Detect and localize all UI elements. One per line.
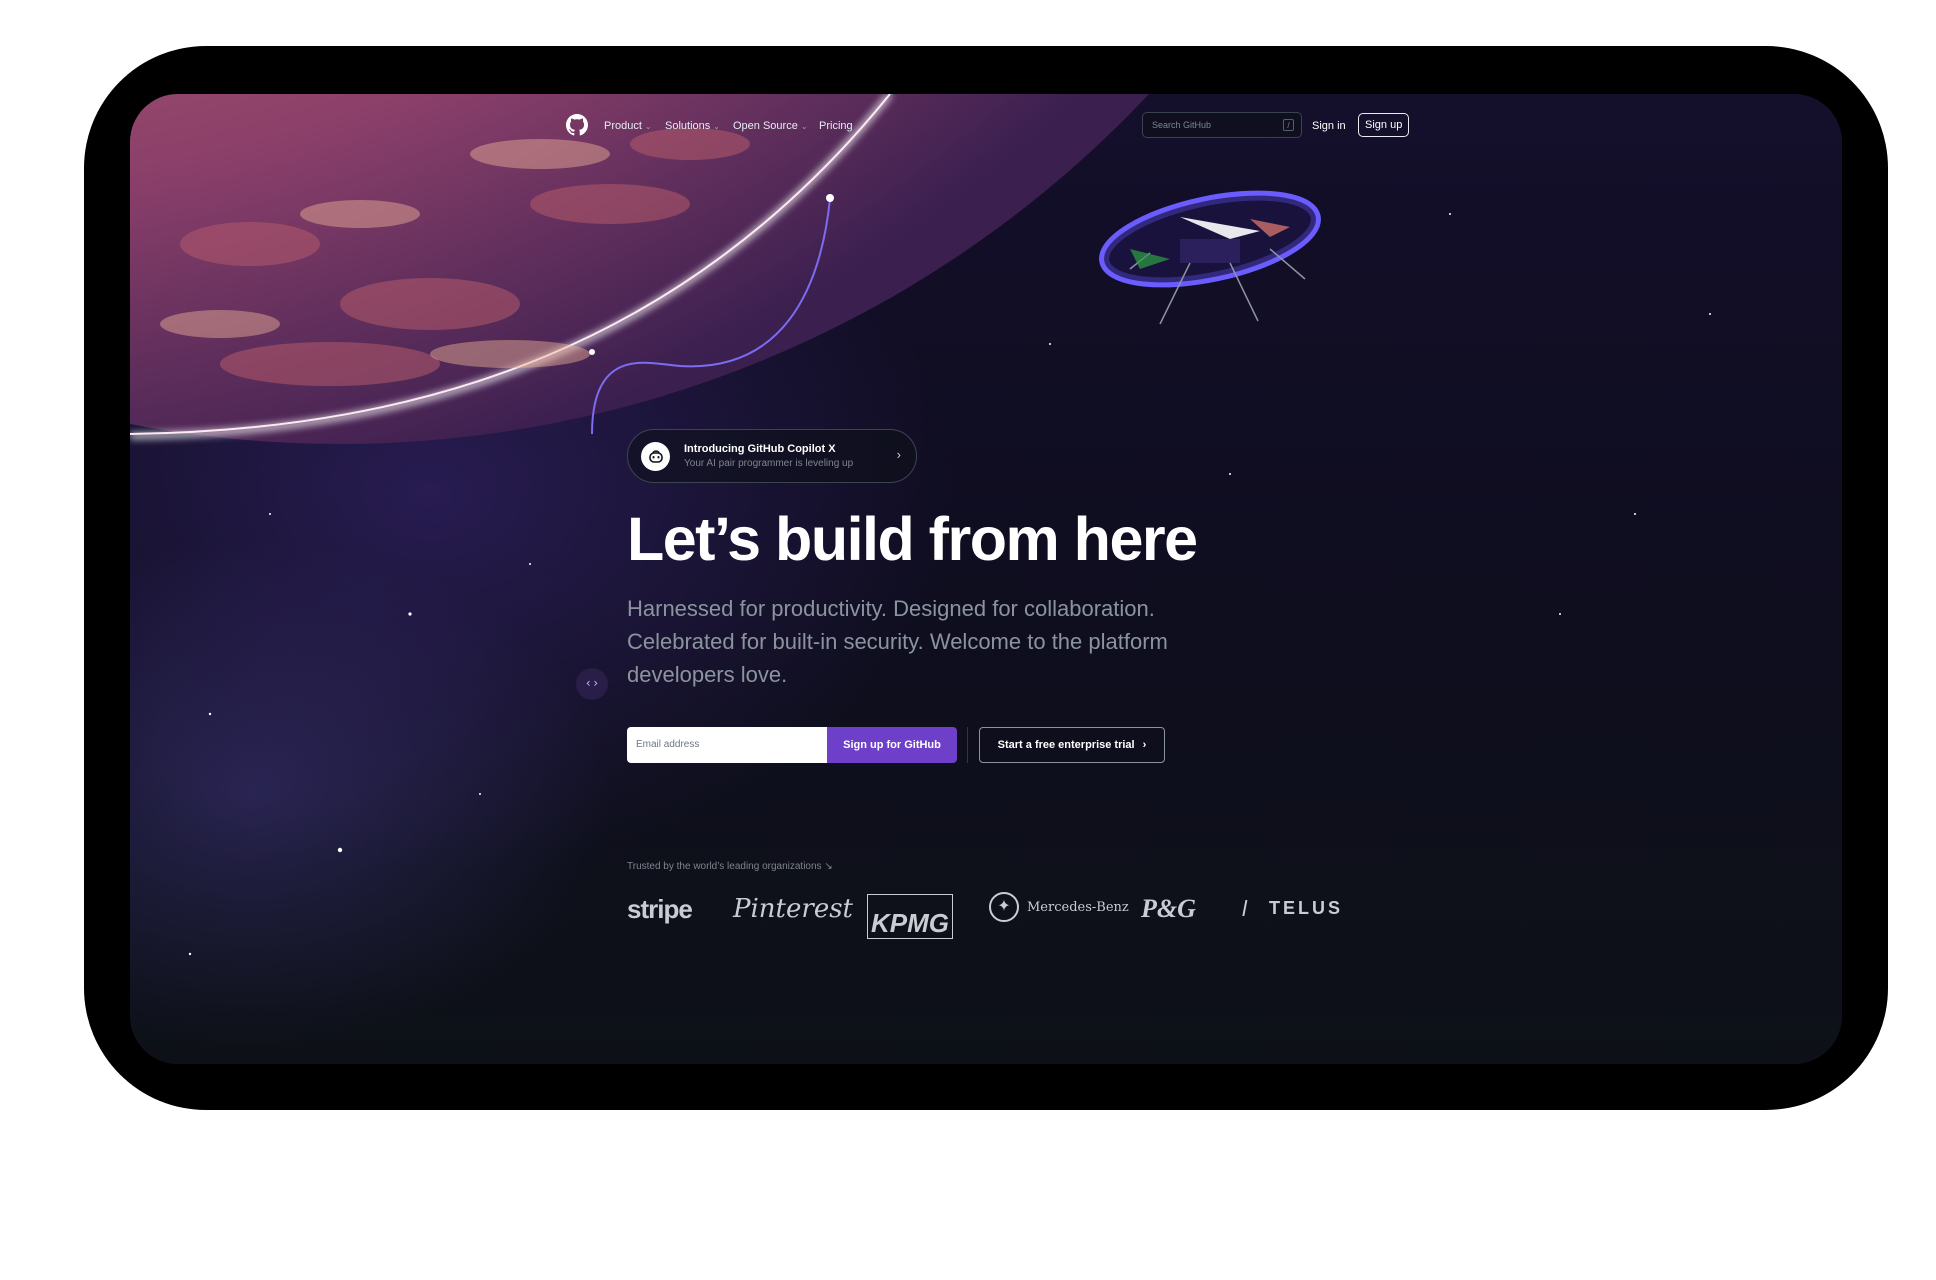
enterprise-trial-button[interactable]: Start a free enterprise trial › — [979, 727, 1165, 763]
mercedes-benz-logo: Mercedes-Benz — [1027, 900, 1129, 915]
hero-heading: Let’s build from here — [627, 505, 1198, 573]
email-field[interactable]: Email address — [627, 727, 827, 763]
code-icon: ‹› — [584, 676, 600, 690]
copilot-announcement[interactable]: Introducing GitHub Copilot X Your AI pai… — [627, 429, 917, 483]
nav-solutions[interactable]: Solutions ⌄ — [665, 120, 720, 132]
nav-open-source[interactable]: Open Source ⌄ — [733, 120, 808, 132]
customer-logos: stripe Pinterest KPMG ✦ Mercedes-Benz P&… — [627, 890, 1387, 939]
github-logo-icon[interactable] — [566, 114, 588, 136]
search-placeholder: Search GitHub — [1152, 120, 1212, 130]
signup-button[interactable]: Sign up — [1358, 113, 1410, 137]
browser-screen: ‹› Product ⌄ Solutions ⌄ Open Source ⌄ Pric… — [130, 94, 1842, 1064]
top-nav: Product ⌄ Solutions ⌄ Open Source ⌄ Pricing… — [130, 112, 1842, 148]
announcement-title: Introducing GitHub Copilot X — [684, 443, 836, 455]
telus-logo: TELUS — [1269, 898, 1344, 918]
announcement-subtitle: Your AI pair programmer is leveling up — [684, 458, 854, 469]
chevron-right-icon: › — [896, 447, 901, 462]
email-placeholder: Email address — [636, 739, 700, 750]
cta-divider — [967, 727, 968, 763]
stripe-logo: stripe — [627, 894, 693, 924]
pinterest-logo: Pinterest — [733, 894, 853, 924]
nav-product-label: Product — [604, 120, 642, 132]
kpmg-logo: KPMG — [867, 894, 953, 939]
chevron-down-icon: ⌄ — [713, 122, 720, 131]
nav-open-source-label: Open Source — [733, 120, 798, 132]
signin-link[interactable]: Sign in — [1312, 120, 1346, 132]
chevron-down-icon: ⌄ — [800, 122, 808, 131]
mercedes-star-icon: ✦ — [989, 892, 1019, 922]
chevron-down-icon: ⌄ — [644, 122, 652, 131]
nav-product[interactable]: Product ⌄ — [604, 120, 652, 132]
hero-subheading: Harnessed for productivity. Designed for… — [627, 596, 1168, 687]
nav-pricing[interactable]: Pricing — [819, 120, 853, 132]
trusted-label: Trusted by the world’s leading organizat… — [627, 861, 833, 872]
enterprise-trial-label: Start a free enterprise trial — [997, 739, 1135, 751]
nav-pricing-label: Pricing — [819, 120, 853, 132]
chevron-right-icon: › — [1142, 739, 1147, 751]
pg-logo: P&G — [1141, 894, 1196, 923]
telus-mark-icon: ɫ — [1242, 896, 1247, 921]
slash-key-hint: / — [1283, 119, 1294, 131]
nav-solutions-label: Solutions — [665, 120, 711, 132]
drone — [1099, 190, 1321, 325]
signup-for-github-button[interactable]: Sign up for GitHub — [827, 727, 957, 763]
copilot-icon — [641, 442, 670, 471]
search-input[interactable]: Search GitHub / — [1142, 112, 1302, 138]
